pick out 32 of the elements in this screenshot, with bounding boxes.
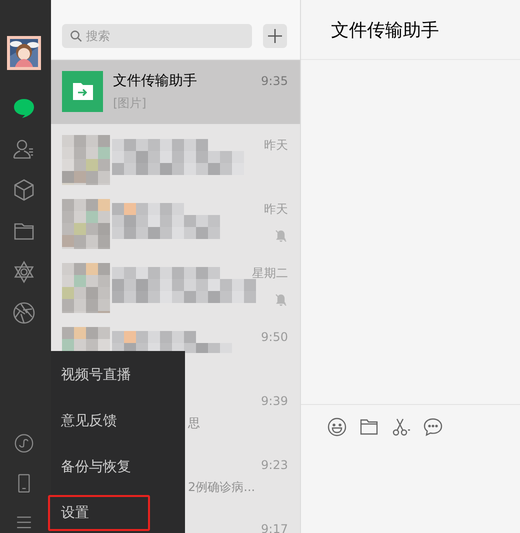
chat-time: 星期二 bbox=[252, 265, 288, 282]
chat-time: 9:39 bbox=[261, 393, 288, 410]
search-icon bbox=[70, 30, 82, 42]
chat-title: 文件传输助手 bbox=[331, 18, 439, 42]
chat-name: 文件传输助手 bbox=[113, 72, 198, 91]
aperture-icon[interactable] bbox=[12, 301, 36, 325]
chat-time: 昨天 bbox=[264, 201, 288, 218]
scissors-icon[interactable] bbox=[391, 417, 411, 437]
chat-time: 昨天 bbox=[264, 137, 288, 154]
emoji-icon[interactable] bbox=[327, 417, 347, 437]
menu-item[interactable]: 设置 bbox=[51, 490, 185, 533]
plus-icon bbox=[268, 29, 282, 43]
chat-item[interactable]: 昨天 bbox=[51, 124, 300, 188]
flower-icon[interactable] bbox=[12, 260, 36, 284]
chat-item[interactable]: 昨天 bbox=[51, 188, 300, 252]
chat-time: 9:50 bbox=[261, 329, 288, 346]
chat-bubble-icon[interactable] bbox=[423, 417, 443, 437]
message-preview: 2例确诊病... bbox=[188, 479, 252, 496]
chat-time: 9:35 bbox=[261, 73, 288, 90]
folder-icon[interactable] bbox=[359, 417, 379, 437]
message-preview: 思 bbox=[188, 415, 201, 432]
chat-time: 9:23 bbox=[261, 457, 288, 474]
file-transfer-icon bbox=[62, 71, 103, 112]
add-button[interactable] bbox=[263, 24, 287, 48]
chat-item[interactable]: 星期二 bbox=[51, 252, 300, 316]
contacts-icon[interactable] bbox=[12, 137, 36, 161]
search-field[interactable]: 搜索 bbox=[62, 24, 252, 48]
menu-item[interactable]: 视频号直播 bbox=[51, 352, 185, 398]
chat-icon[interactable] bbox=[12, 96, 36, 120]
cube-icon[interactable] bbox=[12, 178, 36, 202]
menu-item[interactable]: 备份与恢复 bbox=[51, 444, 185, 490]
menu-item[interactable]: 意见反馈 bbox=[51, 398, 185, 444]
